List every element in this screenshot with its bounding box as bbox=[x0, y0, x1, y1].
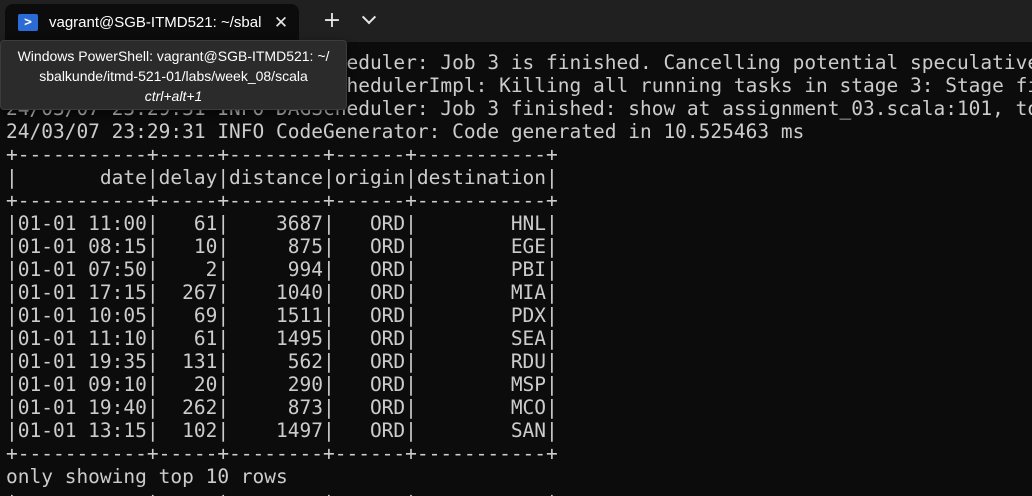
new-tab-button[interactable]: + bbox=[319, 9, 345, 35]
tab-bar: > vagrant@SGB-ITMD521: ~/sbalkunde/itmd-… bbox=[0, 0, 1032, 42]
tab-tooltip: Windows PowerShell: vagrant@SGB-ITMD521:… bbox=[0, 40, 347, 110]
tooltip-title: Windows PowerShell: vagrant@SGB-ITMD521:… bbox=[17, 48, 330, 64]
table-border: +-----------+-----+--------+------+-----… bbox=[6, 442, 558, 465]
table-row: |01-01 07:50| 2| 994| ORD| PBI| bbox=[6, 258, 558, 281]
table-row: |01-01 17:15| 267| 1040| ORD| MIA| bbox=[6, 281, 558, 304]
table-row: |01-01 09:10| 20| 290| ORD| MSP| bbox=[6, 373, 558, 396]
terminal-line: only showing top 10 rows bbox=[6, 465, 288, 488]
table-border: +-----------+-----+--------+------+-----… bbox=[6, 189, 558, 212]
table-border: +-----------+-----+--------+------+-----… bbox=[6, 143, 558, 166]
tab-powershell[interactable]: > vagrant@SGB-ITMD521: ~/sbalkunde/itmd-… bbox=[5, 4, 299, 42]
table-row: |01-01 19:40| 262| 873| ORD| MCO| bbox=[6, 396, 558, 419]
terminal-output[interactable]: 24/03/07 23:29:31 INFO DAGScheduler: Job… bbox=[6, 51, 1032, 496]
table-row: |01-01 08:15| 10| 875| ORD| EGE| bbox=[6, 235, 558, 258]
tooltip-shortcut: ctrl+alt+1 bbox=[144, 88, 203, 104]
table-row: |01-01 10:05| 69| 1511| ORD| PDX| bbox=[6, 304, 558, 327]
table-row: |01-01 13:15| 102| 1497| ORD| SAN| bbox=[6, 419, 558, 442]
table-header: | date|delay|distance|origin|destination… bbox=[6, 166, 558, 189]
tooltip-path: sbalkunde/itmd-521-01/labs/week_08/scala bbox=[39, 68, 308, 84]
tab-title: vagrant@SGB-ITMD521: ~/sbalkunde/itmd-52… bbox=[49, 14, 261, 31]
table-row: |01-01 11:10| 61| 1495| ORD| SEA| bbox=[6, 327, 558, 350]
table-border: +-----------+-----+--------+------+-----… bbox=[6, 488, 1032, 496]
table-row: |01-01 11:00| 61| 3687| ORD| HNL| bbox=[6, 212, 558, 235]
close-tab-button[interactable]: ✕ bbox=[269, 11, 293, 35]
table-row: |01-01 19:35| 131| 562| ORD| RDU| bbox=[6, 350, 558, 373]
terminal-line: 24/03/07 23:29:31 INFO CodeGenerator: Co… bbox=[6, 120, 805, 143]
chevron-down-icon bbox=[361, 10, 377, 25]
tab-dropdown-button[interactable] bbox=[357, 9, 381, 35]
powershell-icon: > bbox=[18, 14, 38, 31]
terminal-window: > vagrant@SGB-ITMD521: ~/sbalkunde/itmd-… bbox=[0, 0, 1032, 496]
